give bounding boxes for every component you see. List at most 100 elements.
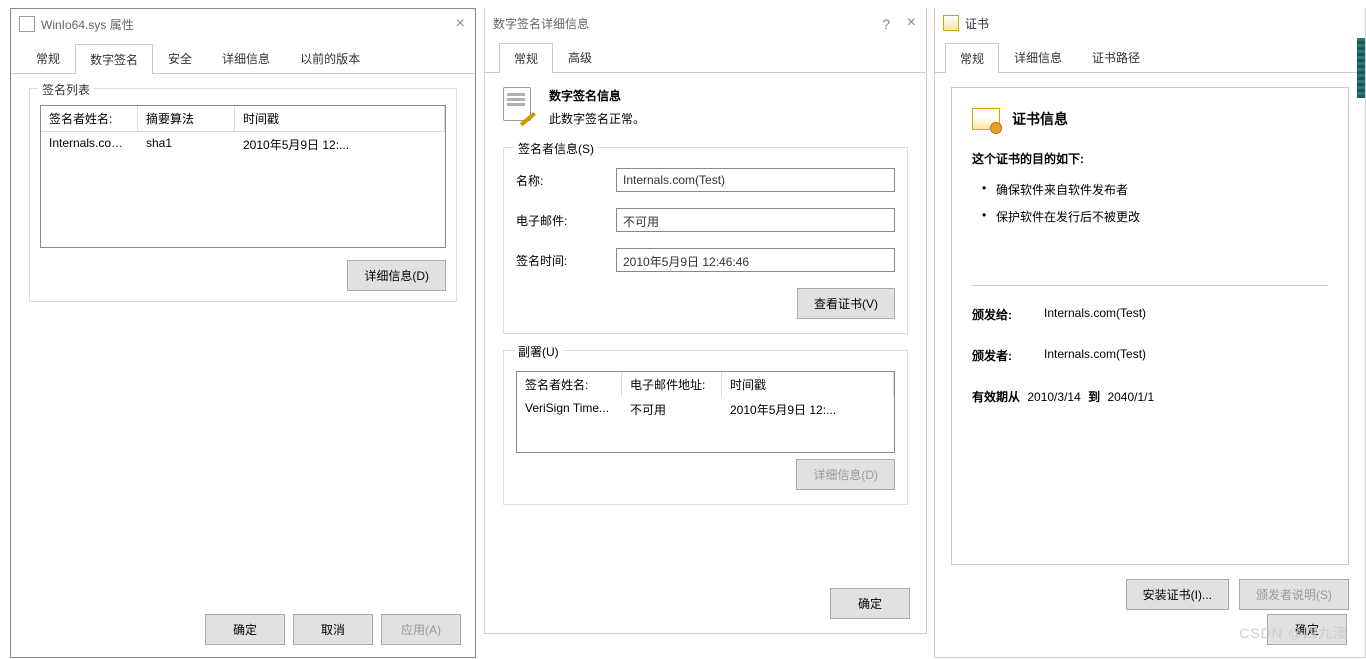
close-icon[interactable]: ×	[907, 14, 916, 32]
signature-info-text: 数字签名信息 此数字签名正常。	[549, 87, 645, 127]
tab-security[interactable]: 安全	[153, 43, 207, 73]
valid-to-label: 到	[1088, 390, 1100, 404]
cert-header: 证书信息	[972, 108, 1328, 130]
tab-advanced[interactable]: 高级	[553, 42, 607, 72]
side-decoration	[1357, 38, 1365, 98]
col-name[interactable]: 签名者姓名:	[517, 372, 622, 397]
cell-time: 2010年5月9日 12:...	[235, 132, 445, 157]
tab-general[interactable]: 常规	[499, 43, 553, 73]
email-row: 电子邮件: 不可用	[516, 208, 895, 232]
install-certificate-button[interactable]: 安装证书(I)...	[1126, 579, 1229, 610]
ok-button[interactable]: 确定	[830, 588, 910, 619]
table-row[interactable]: Internals.com(... sha1 2010年5月9日 12:...	[41, 132, 445, 157]
col-signer[interactable]: 签名者姓名:	[41, 106, 138, 131]
valid-to-date: 2040/1/1	[1107, 390, 1154, 404]
name-value: Internals.com(Test)	[616, 168, 895, 192]
cell-name: VeriSign Time...	[517, 397, 622, 422]
details-button[interactable]: 详细信息(D)	[796, 459, 895, 490]
valid-from-date: 2010/3/14	[1027, 390, 1080, 404]
col-digest[interactable]: 摘要算法	[138, 106, 235, 131]
table-header: 签名者姓名: 电子邮件地址: 时间戳	[517, 372, 894, 397]
tabs: 常规 数字签名 安全 详细信息 以前的版本	[11, 43, 475, 74]
cell-email: 不可用	[622, 397, 722, 422]
window-title: WinIo64.sys 属性	[41, 16, 134, 33]
time-label: 签名时间:	[516, 252, 616, 269]
tab-cert-path[interactable]: 证书路径	[1077, 42, 1155, 72]
titlebar: WinIo64.sys 属性 ×	[11, 9, 475, 39]
issued-to-row: 颁发给: Internals.com(Test)	[972, 306, 1328, 323]
issued-to-value: Internals.com(Test)	[1044, 306, 1328, 323]
col-timestamp[interactable]: 时间戳	[235, 106, 445, 131]
titlebar: 证书	[935, 8, 1365, 38]
cell-signer: Internals.com(...	[41, 132, 138, 157]
list-item: 保护软件在发行后不被更改	[986, 208, 1328, 225]
group-title: 签名列表	[38, 81, 94, 98]
bottom-buttons: 确定 取消 应用(A)	[205, 614, 461, 645]
signature-details-window: 数字签名详细信息 ? × 常规 高级 数字签名信息 此数字签名正常。 签名者信息…	[484, 8, 927, 634]
table-body: VeriSign Time... 不可用 2010年5月9日 12:...	[517, 397, 894, 452]
window-title: 证书	[965, 15, 989, 32]
properties-window: WinIo64.sys 属性 × 常规 数字签名 安全 详细信息 以前的版本 签…	[10, 8, 476, 658]
file-icon	[19, 16, 35, 32]
table-row[interactable]: VeriSign Time... 不可用 2010年5月9日 12:...	[517, 397, 894, 422]
tab-details[interactable]: 详细信息	[207, 43, 285, 73]
certificate-badge-icon	[972, 108, 1000, 130]
fieldset-title: 副署(U)	[514, 343, 563, 360]
ok-button[interactable]: 确定	[1267, 614, 1347, 645]
tab-details[interactable]: 详细信息	[999, 42, 1077, 72]
tabs: 常规 详细信息 证书路径	[935, 42, 1365, 73]
close-icon[interactable]: ×	[456, 15, 465, 33]
certificate-window: 证书 常规 详细信息 证书路径 证书信息 这个证书的目的如下: 确保软件来自软件…	[934, 8, 1366, 658]
document-signature-icon	[503, 87, 535, 119]
col-email[interactable]: 电子邮件地址:	[622, 372, 722, 397]
content: 证书信息 这个证书的目的如下: 确保软件来自软件发布者 保护软件在发行后不被更改…	[935, 73, 1365, 624]
issued-by-row: 颁发者: Internals.com(Test)	[972, 347, 1328, 364]
list-item: 确保软件来自软件发布者	[986, 181, 1328, 198]
view-certificate-button[interactable]: 查看证书(V)	[797, 288, 895, 319]
ok-button[interactable]: 确定	[205, 614, 285, 645]
time-value: 2010年5月9日 12:46:46	[616, 248, 895, 272]
col-time[interactable]: 时间戳	[722, 372, 894, 397]
email-value: 不可用	[616, 208, 895, 232]
cancel-button[interactable]: 取消	[293, 614, 373, 645]
details-button-row: 详细信息(D)	[40, 260, 446, 291]
cell-time: 2010年5月9日 12:...	[722, 397, 894, 422]
purpose-label: 这个证书的目的如下:	[972, 150, 1328, 167]
issued-by-value: Internals.com(Test)	[1044, 347, 1328, 364]
window-title: 数字签名详细信息	[493, 15, 589, 32]
issued-by-label: 颁发者:	[972, 347, 1044, 364]
apply-button[interactable]: 应用(A)	[381, 614, 461, 645]
certificate-panel: 证书信息 这个证书的目的如下: 确保软件来自软件发布者 保护软件在发行后不被更改…	[951, 87, 1349, 565]
tab-general[interactable]: 常规	[945, 43, 999, 73]
issuer-statement-button[interactable]: 颁发者说明(S)	[1239, 579, 1349, 610]
signer-info-group: 签名者信息(S) 名称: Internals.com(Test) 电子邮件: 不…	[503, 147, 908, 334]
table-body: Internals.com(... sha1 2010年5月9日 12:...	[41, 132, 445, 247]
name-label: 名称:	[516, 172, 616, 189]
bottom-buttons: 确定	[1267, 614, 1347, 645]
fieldset-title: 签名者信息(S)	[514, 140, 598, 157]
details-button-row: 详细信息(D)	[516, 459, 895, 490]
email-label: 电子邮件:	[516, 212, 616, 229]
tab-previous-versions[interactable]: 以前的版本	[285, 43, 375, 73]
content: 签名列表 签名者姓名: 摘要算法 时间戳 Internals.com(... s…	[11, 74, 475, 328]
content: 数字签名信息 此数字签名正常。 签名者信息(S) 名称: Internals.c…	[485, 73, 926, 535]
valid-from-label: 有效期从	[972, 390, 1020, 404]
cert-buttons: 安装证书(I)... 颁发者说明(S)	[951, 579, 1349, 610]
countersign-table: 签名者姓名: 电子邮件地址: 时间戳 VeriSign Time... 不可用 …	[516, 371, 895, 453]
divider	[972, 285, 1328, 286]
tab-digital-signatures[interactable]: 数字签名	[75, 44, 153, 74]
info-status: 此数字签名正常。	[549, 110, 645, 127]
cell-digest: sha1	[138, 132, 235, 157]
name-row: 名称: Internals.com(Test)	[516, 168, 895, 192]
purposes-list: 确保软件来自软件发布者 保护软件在发行后不被更改	[972, 181, 1328, 225]
time-row: 签名时间: 2010年5月9日 12:46:46	[516, 248, 895, 272]
validity-row: 有效期从 2010/3/14 到 2040/1/1	[972, 388, 1328, 405]
titlebar: 数字签名详细信息 ? ×	[485, 8, 926, 38]
tab-general[interactable]: 常规	[21, 43, 75, 73]
info-title: 数字签名信息	[549, 87, 645, 104]
details-button[interactable]: 详细信息(D)	[347, 260, 446, 291]
signature-info: 数字签名信息 此数字签名正常。	[503, 87, 908, 127]
help-icon[interactable]: ?	[882, 16, 890, 32]
table-header: 签名者姓名: 摘要算法 时间戳	[41, 106, 445, 132]
issued-to-label: 颁发给:	[972, 306, 1044, 323]
